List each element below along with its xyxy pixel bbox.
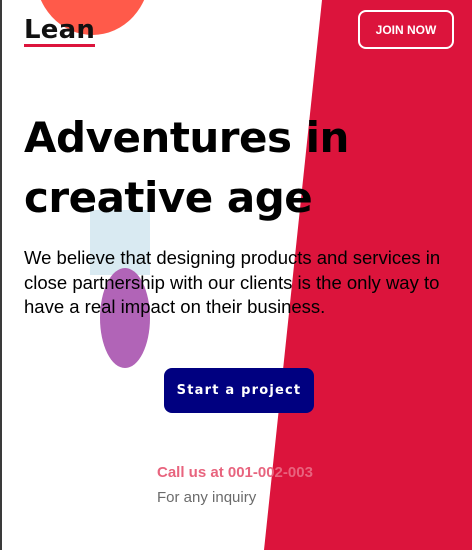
hero-title: Adventures in creative age xyxy=(24,108,454,228)
join-now-button[interactable]: JOIN NOW xyxy=(358,10,454,49)
inquiry-note: For any inquiry xyxy=(157,489,257,506)
logo-underline xyxy=(24,44,95,47)
call-us-link[interactable]: Call us at 001-002-003 xyxy=(157,464,313,481)
logo[interactable]: Lean xyxy=(24,14,95,46)
hero-title-line-2: creative age xyxy=(24,173,313,222)
landing-page: Lean JOIN NOW Adventures in creative age… xyxy=(0,0,472,550)
start-project-button[interactable]: Start a project xyxy=(164,368,314,413)
hero-description: We believe that designing products and s… xyxy=(24,247,441,317)
hero-title-line-1: Adventures in xyxy=(24,113,349,162)
